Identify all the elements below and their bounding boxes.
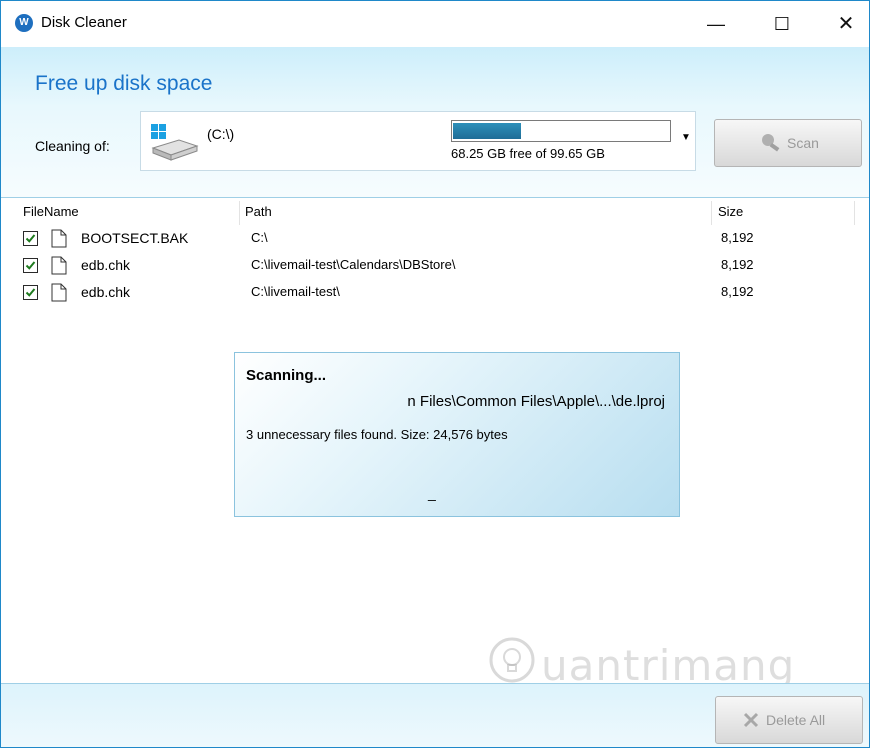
column-header-size[interactable]: Size <box>718 204 743 219</box>
maximize-button[interactable]: ☐ <box>759 1 805 47</box>
delete-all-button[interactable]: Delete All <box>715 696 863 744</box>
file-name: edb.chk <box>81 284 131 300</box>
table-row[interactable]: edb.chk C:\livemail-test\Calendars\DBSto… <box>1 254 869 281</box>
file-icon <box>51 256 67 275</box>
table-row[interactable]: BOOTSECT.BAK C:\ 8,192 <box>1 227 869 254</box>
file-icon <box>51 229 67 248</box>
table-row[interactable]: edb.chk C:\livemail-test\ 8,192 <box>1 281 869 308</box>
drive-selector[interactable]: (C:\) 68.25 GB free of 99.65 GB ▼ <box>140 111 696 171</box>
row-checkbox[interactable] <box>23 231 38 246</box>
row-checkbox[interactable] <box>23 285 38 300</box>
file-name: BOOTSECT.BAK <box>81 230 189 246</box>
progress-cursor: _ <box>428 485 436 501</box>
file-icon <box>51 283 67 302</box>
footer-panel: Delete All <box>1 683 869 747</box>
delete-all-label: Delete All <box>766 712 826 728</box>
file-path: C:\livemail-test\Calendars\DBStore\ <box>251 257 456 272</box>
window-title: Disk Cleaner <box>41 14 127 31</box>
column-header-filename[interactable]: FileName <box>23 204 79 219</box>
search-icon <box>762 134 780 152</box>
app-icon: W <box>15 14 33 32</box>
column-divider[interactable] <box>711 201 712 225</box>
close-icon <box>743 712 759 728</box>
file-size: 8,192 <box>721 284 754 299</box>
checkmark-icon <box>25 288 36 297</box>
scan-button-label: Scan <box>787 135 819 151</box>
scanning-title: Scanning... <box>246 367 327 384</box>
scanning-summary: 3 unnecessary files found. Size: 24,576 … <box>246 427 508 442</box>
title-bar: W Disk Cleaner — ☐ ✕ <box>1 1 869 47</box>
scanning-current-path: n Files\Common Files\Apple\...\de.lproj <box>407 393 665 410</box>
disk-usage-bar <box>451 120 671 142</box>
drive-icon <box>151 124 199 161</box>
file-name: edb.chk <box>81 257 131 273</box>
table-header: FileName Path Size <box>1 201 869 225</box>
close-button[interactable]: ✕ <box>823 1 869 47</box>
file-path: C:\livemail-test\ <box>251 284 340 299</box>
header-panel: Free up disk space Cleaning of: (C:\) 68… <box>1 47 869 198</box>
page-title: Free up disk space <box>35 72 213 95</box>
column-divider[interactable] <box>854 201 855 225</box>
checkmark-icon <box>25 234 36 243</box>
row-checkbox[interactable] <box>23 258 38 273</box>
disk-usage-fill <box>453 123 521 139</box>
disk-cleaner-window: W Disk Cleaner — ☐ ✕ Free up disk space … <box>0 0 870 748</box>
file-size: 8,192 <box>721 257 754 272</box>
file-size: 8,192 <box>721 230 754 245</box>
checkmark-icon <box>25 261 36 270</box>
minimize-button[interactable]: — <box>693 1 739 47</box>
lightbulb-icon <box>489 637 535 683</box>
dropdown-arrow-icon[interactable]: ▼ <box>681 132 691 143</box>
file-path: C:\ <box>251 230 268 245</box>
column-header-path[interactable]: Path <box>245 204 272 219</box>
column-divider[interactable] <box>239 201 240 225</box>
scan-button[interactable]: Scan <box>714 119 862 167</box>
disk-free-text: 68.25 GB free of 99.65 GB <box>451 146 605 161</box>
scanning-dialog: Scanning... n Files\Common Files\Apple\.… <box>234 352 680 517</box>
drive-name: (C:\) <box>207 126 235 142</box>
cleaning-label: Cleaning of: <box>35 138 110 154</box>
